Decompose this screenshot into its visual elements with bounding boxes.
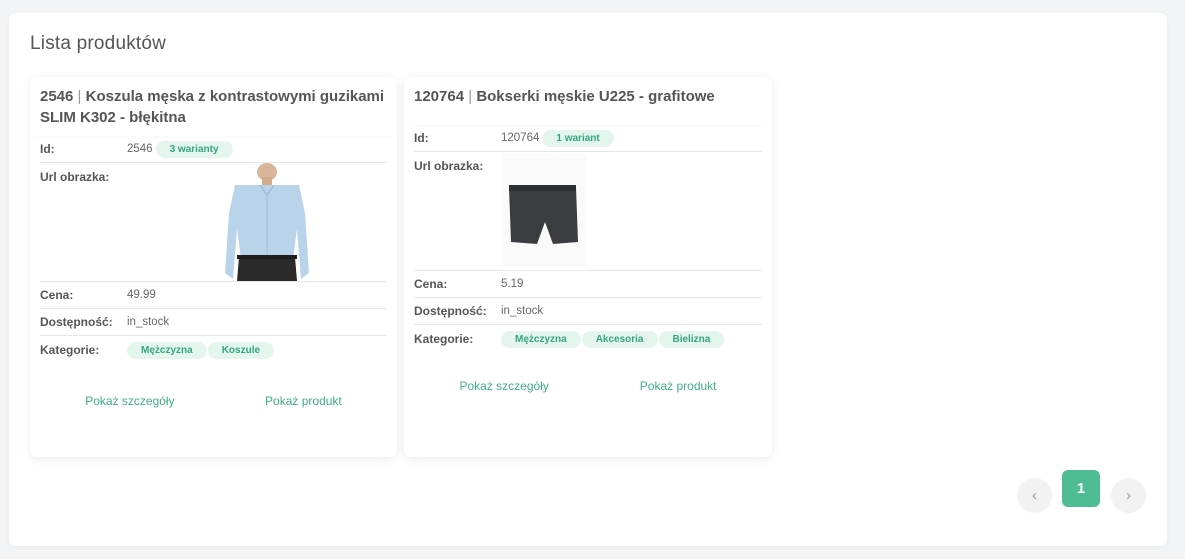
id-text: 120764 [501,132,540,144]
title-separator: | [468,88,473,105]
variants-badge: 3 warianty [155,140,233,158]
show-details-link[interactable]: Pokaż szczegóły [85,394,174,408]
show-details-link[interactable]: Pokaż szczegóły [459,379,548,393]
product-card-header: 2546 | Koszula męska z kontrastowymi guz… [30,77,397,136]
image-label: Url obrazka: [414,159,484,173]
pagination-page-button[interactable]: 1 [1062,470,1100,507]
product-title-id: 2546 [40,88,74,105]
image-label: Url obrazka: [40,170,110,184]
categories-label: Kategorie: [414,332,474,346]
category-badge: Mężczyzna [127,341,207,359]
category-badge: Koszule [207,341,275,359]
id-label: Id: [414,131,429,145]
price-row: Cena: 5.19 [414,271,762,298]
product-title: 2546 | Koszula męska z kontrastowymi guz… [40,86,387,128]
availability-value: in_stock [501,305,544,317]
variants-badge: 1 wariant [542,129,614,147]
id-label: Id: [40,142,55,156]
price-row: Cena: 49.99 [40,282,387,309]
product-card: 2546 | Koszula męska z kontrastowymi guz… [30,77,397,457]
product-image [127,163,367,281]
availability-row: Dostępność: in_stock [414,298,762,325]
product-card-body: Id: 120764 1 wariant Url obrazka: Cena: 5… [404,125,772,353]
category-badge: Mężczyzna [501,330,581,348]
id-text: 2546 [127,143,153,155]
boxers-image-icon [503,154,587,266]
categories-row: Kategorie: Mężczyzna Koszule [40,336,387,364]
product-links: Pokaż szczegóły Pokaż produkt [30,394,397,408]
categories-label: Kategorie: [40,343,100,357]
price-label: Cena: [414,277,448,291]
product-links: Pokaż szczegóły Pokaż produkt [404,379,772,393]
id-value: 120764 1 wariant [501,129,614,147]
availability-label: Dostępność: [40,315,113,329]
page-title: Lista produktów [30,33,167,54]
title-separator: | [77,88,82,105]
id-value: 2546 3 warianty [127,140,233,158]
categories-list: Mężczyzna Koszule [127,341,275,359]
category-badge: Bielizna [658,330,725,348]
id-row: Id: 2546 3 warianty [40,136,387,163]
categories-row: Kategorie: Mężczyzna Akcesoria Bielizna [414,325,762,353]
show-product-link[interactable]: Pokaż produkt [640,379,717,393]
product-card-body: Id: 2546 3 warianty Url obrazka: Cena: 4… [30,136,397,364]
pagination-next-button[interactable]: › [1111,478,1146,513]
availability-value: in_stock [127,316,170,328]
pagination-prev-button[interactable]: ‹ [1017,478,1052,513]
id-row: Id: 120764 1 wariant [414,125,762,152]
product-list-panel: Lista produktów 2546 | Koszula męska z k… [9,13,1167,546]
category-badge: Akcesoria [581,330,658,348]
availability-label: Dostępność: [414,304,487,318]
availability-row: Dostępność: in_stock [40,309,387,336]
product-card: 120764 | Bokserki męskie U225 - grafitow… [404,77,772,457]
image-row: Url obrazka: [40,163,387,282]
product-title-id: 120764 [414,88,465,105]
show-product-link[interactable]: Pokaż produkt [265,394,342,408]
product-title: 120764 | Bokserki męskie U225 - grafitow… [414,86,762,107]
price-value: 49.99 [127,289,156,301]
price-value: 5.19 [501,278,524,290]
categories-list: Mężczyzna Akcesoria Bielizna [501,330,725,348]
image-row: Url obrazka: [414,152,762,271]
price-label: Cena: [40,288,74,302]
product-card-header: 120764 | Bokserki męskie U225 - grafitow… [404,77,772,125]
shirt-image-icon [177,163,317,281]
product-title-name: Koszula męska z kontrastowymi guzikami S… [40,88,385,126]
product-title-name: Bokserki męskie U225 - grafitowe [476,88,715,105]
product-image [501,152,761,270]
